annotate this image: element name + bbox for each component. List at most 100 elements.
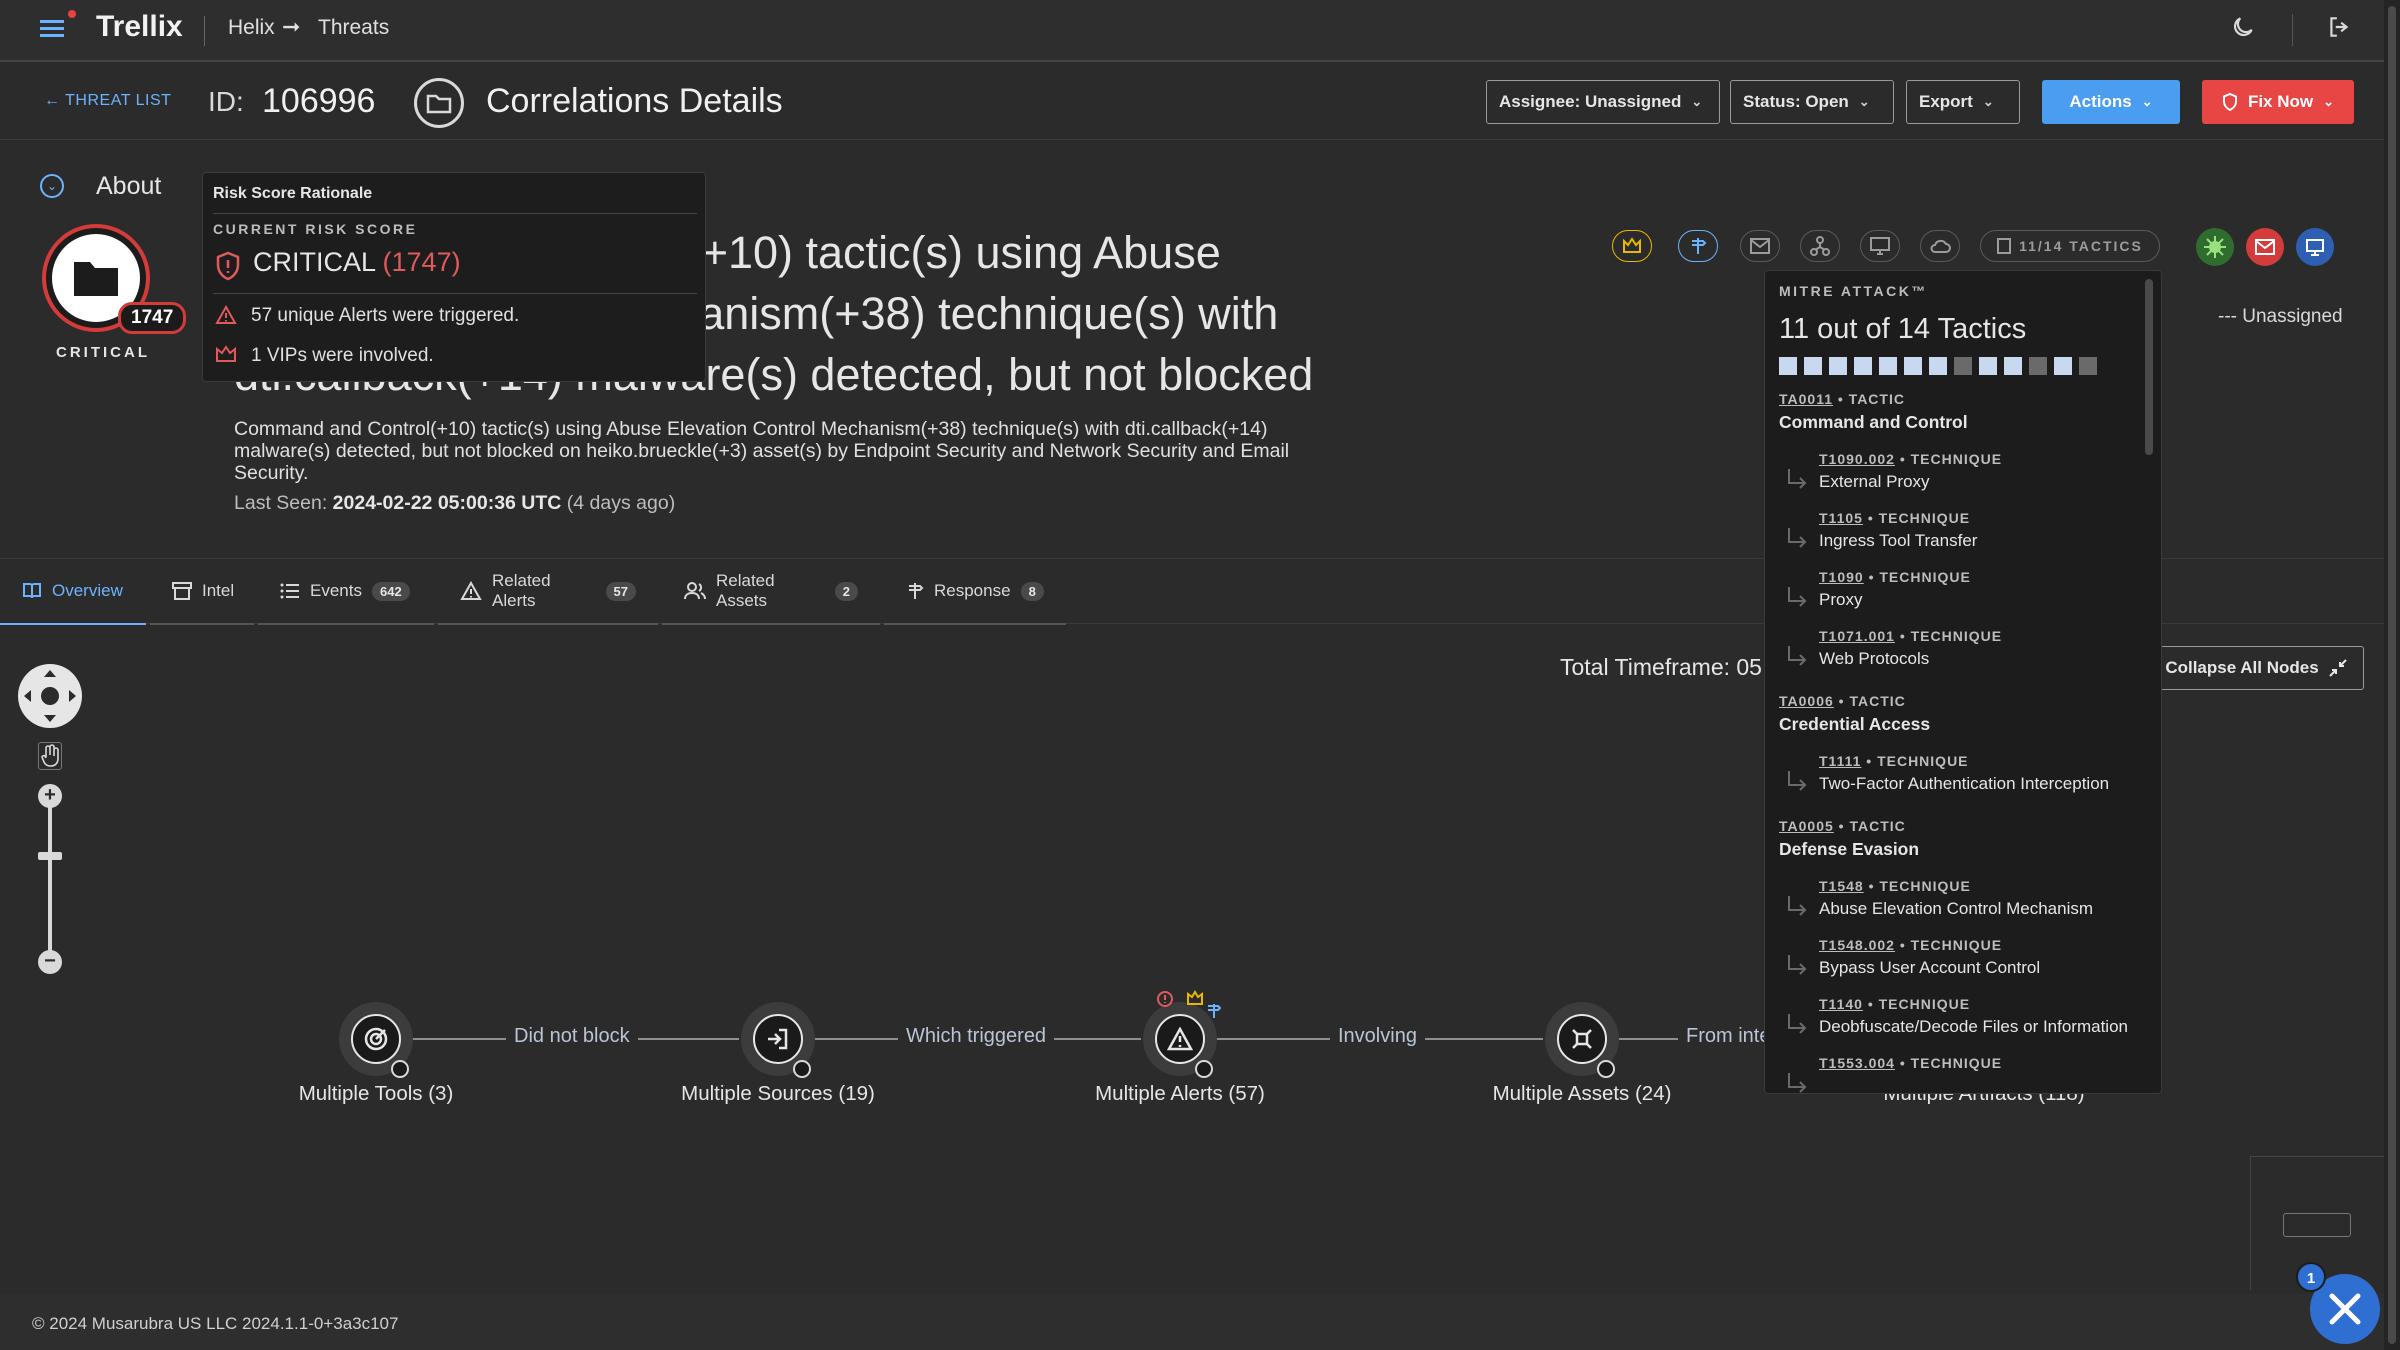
- users-icon: [684, 582, 706, 600]
- mitre-technique-item[interactable]: T1105 • TECHNIQUE Ingress Tool Transfer: [1765, 510, 2145, 551]
- tactic-coverage-square: [2004, 357, 2022, 375]
- tooltip-divider: [213, 213, 697, 214]
- tab-intel[interactable]: Intel: [150, 559, 254, 625]
- assignee-dropdown[interactable]: Assignee: Unassigned ⌄: [1486, 80, 1720, 124]
- mitre-technique-item[interactable]: T1090.002 • TECHNIQUE External Proxy: [1765, 451, 2145, 492]
- warning-triangle-icon: [215, 305, 237, 327]
- tactic-coverage-square: [1829, 357, 1847, 375]
- response-signpost-icon: [1206, 1002, 1222, 1020]
- mitre-id-link[interactable]: TA0006: [1779, 693, 1834, 709]
- node-assets[interactable]: [1545, 1002, 1619, 1078]
- mitre-technique-item[interactable]: T1111 • TECHNIQUE Two-Factor Authenticati…: [1765, 753, 2145, 794]
- mitre-id-link[interactable]: T1553.004: [1819, 1055, 1895, 1071]
- vip-crown-icon[interactable]: [1612, 230, 1652, 262]
- zoom-slider[interactable]: [48, 800, 52, 962]
- threat-description: Command and Control(+10) tactic(s) using…: [234, 418, 1290, 484]
- mitre-id-link[interactable]: T1071.001: [1819, 628, 1895, 644]
- mitre-id: T1071.001 • TECHNIQUE: [1819, 628, 2145, 644]
- mitre-tactic-item[interactable]: TA0011 • TACTIC Command and Control: [1765, 391, 2145, 433]
- expand-node-toggle[interactable]: [391, 1060, 409, 1078]
- back-to-threat-list-link[interactable]: ← THREAT LIST: [44, 92, 171, 110]
- breadcrumb-threats[interactable]: Threats: [318, 16, 389, 40]
- actions-button[interactable]: Actions ⌄: [2042, 80, 2180, 124]
- endpoint-monitor-icon[interactable]: [1860, 230, 1900, 262]
- fix-now-button[interactable]: Fix Now ⌄: [2202, 80, 2354, 124]
- page-title: Correlations Details: [486, 82, 783, 120]
- tactics-pill-label: 11/14 TACTICS: [2019, 238, 2143, 254]
- mitre-technique-item[interactable]: T1140 • TECHNIQUE Deobfuscate/Decode File…: [1765, 996, 2145, 1037]
- tab-overview[interactable]: Overview: [0, 559, 146, 625]
- email-security-icon[interactable]: [2246, 228, 2284, 266]
- mitre-id-link[interactable]: T1140: [1819, 996, 1863, 1012]
- mitre-technique-item[interactable]: T1548.002 • TECHNIQUE Bypass User Account…: [1765, 937, 2145, 978]
- top-bar: Trellix Helix ➞ Threats: [0, 0, 2384, 62]
- mitre-name: Deobfuscate/Decode Files or Information: [1819, 1017, 2128, 1036]
- zoom-out-icon[interactable]: −: [38, 950, 62, 974]
- mitre-id-link[interactable]: T1548.002: [1819, 937, 1895, 953]
- tab-events[interactable]: Events 642: [258, 559, 434, 625]
- collapse-all-nodes-button[interactable]: Collapse All Nodes: [2148, 646, 2364, 690]
- export-dropdown[interactable]: Export ⌄: [1906, 80, 2020, 124]
- mitre-name: Web Protocols: [1819, 649, 1930, 668]
- tactics-pill[interactable]: 11/14 TACTICS: [1980, 230, 2160, 262]
- page-scrollbar[interactable]: [2384, 0, 2400, 1350]
- hand-tool-icon[interactable]: [38, 742, 62, 770]
- about-collapse-toggle-icon[interactable]: ⌄: [40, 174, 64, 198]
- notification-dot: [68, 10, 76, 18]
- page-header: ← THREAT LIST ID: 106996 Correlations De…: [0, 64, 2384, 140]
- node-tools[interactable]: [339, 1002, 413, 1078]
- malware-bug-icon[interactable]: [2196, 228, 2234, 266]
- dark-mode-moon-icon[interactable]: [2230, 14, 2256, 44]
- logout-icon[interactable]: [2326, 14, 2356, 44]
- page-scrollbar-thumb[interactable]: [2388, 6, 2396, 1344]
- mitre-technique-item[interactable]: T1090 • TECHNIQUE Proxy: [1765, 569, 2145, 610]
- email-icon[interactable]: [1740, 230, 1780, 262]
- expand-node-toggle[interactable]: [1597, 1060, 1615, 1078]
- chevron-down-icon: ⌄: [2141, 94, 2153, 109]
- status-dropdown[interactable]: Status: Open ⌄: [1730, 80, 1894, 124]
- endpoint-security-icon[interactable]: [2296, 228, 2334, 266]
- expand-node-toggle[interactable]: [793, 1060, 811, 1078]
- node-label: Multiple Assets (24): [1492, 1082, 1672, 1105]
- mitre-type: • TECHNIQUE: [1894, 1055, 2003, 1071]
- zoom-in-icon[interactable]: +: [38, 784, 62, 808]
- last-seen-label: Last Seen:: [234, 492, 328, 514]
- mitre-scrollbar[interactable]: [2145, 279, 2153, 455]
- mitre-id-link[interactable]: T1090.002: [1819, 451, 1895, 467]
- edge-label-did-not-block: Did not block: [506, 1025, 638, 1048]
- tab-label: Intel: [202, 581, 235, 600]
- node-sources[interactable]: [741, 1002, 815, 1078]
- response-signpost-icon[interactable]: [1678, 230, 1718, 262]
- mitre-technique-item[interactable]: T1548 • TECHNIQUE Abuse Elevation Control…: [1765, 878, 2145, 919]
- tab-related-alerts[interactable]: Related Alerts 57: [438, 559, 658, 625]
- minimap-viewport[interactable]: [2283, 1213, 2351, 1237]
- app-logo[interactable]: Trellix: [96, 10, 183, 44]
- collapse-label: Collapse All Nodes: [2165, 658, 2319, 677]
- mitre-id-link[interactable]: TA0005: [1779, 818, 1834, 834]
- cloud-icon[interactable]: [1920, 230, 1960, 262]
- mitre-tactic-item[interactable]: TA0006 • TACTIC Credential Access: [1765, 693, 2145, 735]
- mitre-id-link[interactable]: T1090: [1819, 569, 1864, 585]
- mitre-name: Ingress Tool Transfer: [1819, 531, 1978, 550]
- mitre-id: TA0011 • TACTIC: [1779, 391, 2145, 407]
- zoom-slider-handle[interactable]: [38, 852, 62, 860]
- expand-node-toggle[interactable]: [1195, 1060, 1213, 1078]
- breadcrumb-helix[interactable]: Helix: [228, 16, 275, 40]
- tab-related-assets[interactable]: Related Assets 2: [662, 559, 880, 625]
- status-label: Status: Open: [1743, 92, 1849, 111]
- mitre-type: • TACTIC: [1833, 818, 1906, 834]
- mitre-id-link[interactable]: T1548: [1819, 878, 1864, 894]
- pan-control-icon[interactable]: [18, 664, 82, 728]
- mitre-technique-item[interactable]: T1553.004 • TECHNIQUE: [1765, 1055, 2145, 1093]
- hamburger-menu-icon[interactable]: [40, 10, 76, 44]
- mitre-id-link[interactable]: T1105: [1819, 510, 1863, 526]
- child-arrow-icon: [1783, 1010, 1811, 1038]
- mitre-id-link[interactable]: TA0011: [1779, 391, 1833, 407]
- network-icon[interactable]: [1800, 230, 1840, 262]
- tab-response[interactable]: Response 8: [884, 559, 1066, 625]
- mitre-name: Abuse Elevation Control Mechanism: [1819, 899, 2094, 918]
- mitre-technique-item[interactable]: T1071.001 • TECHNIQUE Web Protocols: [1765, 628, 2145, 669]
- mitre-name: Bypass User Account Control: [1819, 958, 2041, 977]
- mitre-tactic-item[interactable]: TA0005 • TACTIC Defense Evasion: [1765, 818, 2145, 860]
- mitre-id-link[interactable]: T1111: [1819, 753, 1861, 769]
